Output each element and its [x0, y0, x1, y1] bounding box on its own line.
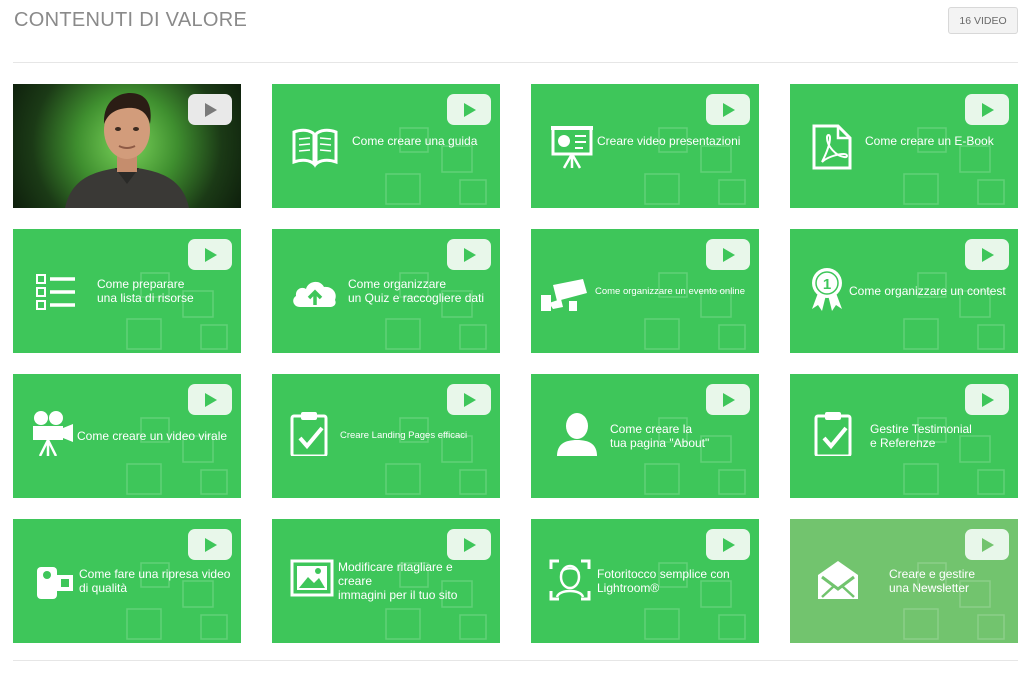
video-title: Gestire Testimonial e Referenze — [870, 422, 972, 450]
play-button[interactable] — [188, 239, 232, 270]
page-title: CONTENUTI DI VALORE — [14, 9, 248, 31]
play-button[interactable] — [706, 239, 750, 270]
film-camera-icon — [33, 411, 73, 456]
image-icon — [290, 559, 334, 597]
video-title: Come creare un E-Book — [865, 134, 994, 149]
envelope-icon — [818, 561, 858, 599]
play-button[interactable] — [188, 384, 232, 415]
play-button[interactable] — [188, 94, 232, 125]
checklist-icon — [36, 274, 75, 310]
video-grid: Come creare una guida Creare video prese… — [13, 84, 1018, 643]
video-tile[interactable]: Come creare un E-Book — [790, 84, 1018, 208]
video-tile[interactable]: Come creare la tua pagina "About" — [531, 374, 759, 498]
face-scan-icon — [549, 559, 591, 601]
video-tile[interactable]: Come preparare una lista di risorse — [13, 229, 241, 353]
background-pattern — [126, 417, 228, 495]
video-tile-intro[interactable] — [13, 84, 241, 208]
background-pattern — [385, 127, 487, 205]
play-button[interactable] — [965, 384, 1009, 415]
video-title: Come organizzare un evento online — [595, 286, 745, 298]
video-tile[interactable]: Come organizzare un Quiz e raccogliere d… — [272, 229, 500, 353]
video-tile[interactable]: Come creare un video virale — [13, 374, 241, 498]
background-pattern — [903, 127, 1005, 205]
video-title: Come preparare una lista di risorse — [97, 277, 194, 305]
video-title: Modificare ritagliare e creare immagini … — [338, 560, 458, 602]
play-button[interactable] — [706, 94, 750, 125]
video-title: Creare video presentazioni — [597, 134, 741, 149]
play-button[interactable] — [965, 239, 1009, 270]
play-button[interactable] — [965, 529, 1009, 560]
background-pattern — [385, 417, 487, 495]
play-button[interactable] — [447, 94, 491, 125]
play-button[interactable] — [447, 239, 491, 270]
video-tile[interactable]: Come creare una guida — [272, 84, 500, 208]
clipboard-check-icon — [814, 412, 852, 456]
video-tile[interactable]: Gestire Testimonial e Referenze — [790, 374, 1018, 498]
video-title: Come creare un video virale — [77, 429, 228, 443]
video-tile[interactable]: 1 Come organizzare un contest — [790, 229, 1018, 353]
video-tile[interactable]: Creare video presentazioni — [531, 84, 759, 208]
play-button[interactable] — [188, 529, 232, 560]
play-button[interactable] — [706, 384, 750, 415]
bottom-divider — [13, 660, 1018, 661]
video-count-badge[interactable]: 16 VIDEO — [948, 7, 1018, 34]
presentation-board-icon — [551, 126, 593, 169]
background-pattern — [903, 272, 1005, 350]
play-button[interactable] — [447, 529, 491, 560]
video-tile[interactable]: Creare e gestire una Newsletter — [790, 519, 1018, 643]
video-title: Come creare la tua pagina "About" — [610, 422, 710, 450]
top-divider — [13, 62, 1018, 63]
play-button[interactable] — [965, 94, 1009, 125]
background-pattern — [644, 272, 746, 350]
background-pattern — [644, 127, 746, 205]
video-title: Creare e gestire una Newsletter — [889, 567, 976, 595]
pdf-icon — [812, 124, 852, 170]
user-icon — [557, 413, 597, 456]
page-header: CONTENUTI DI VALORE 16 VIDEO — [13, 0, 1018, 62]
video-title: Come creare una guida — [352, 134, 478, 149]
award-ribbon-icon: 1 — [812, 268, 842, 311]
video-tile[interactable]: Come fare una ripresa video di qualità — [13, 519, 241, 643]
video-tile[interactable]: Fotoritocco semplice con Lightroom® — [531, 519, 759, 643]
play-button[interactable] — [447, 384, 491, 415]
camcorder-icon — [37, 567, 73, 599]
video-title: Come fare una ripresa video di qualità — [79, 567, 231, 595]
video-title: Creare Landing Pages efficaci — [340, 430, 468, 441]
video-tile[interactable]: Modificare ritagliare e creare immagini … — [272, 519, 500, 643]
book-icon — [292, 128, 338, 168]
play-button[interactable] — [706, 529, 750, 560]
video-title: Come organizzare un contest — [849, 284, 1006, 298]
video-title: Fotoritocco semplice con Lightroom® — [597, 567, 730, 595]
svg-text:1: 1 — [823, 276, 831, 293]
video-tile[interactable]: Come organizzare un evento online — [531, 229, 759, 353]
security-camera-icon — [541, 279, 587, 311]
cloud-upload-icon — [293, 281, 336, 307]
video-title: Come organizzare un Quiz e raccogliere d… — [348, 277, 485, 305]
clipboard-check-icon — [290, 412, 328, 456]
video-tile[interactable]: Creare Landing Pages efficaci — [272, 374, 500, 498]
